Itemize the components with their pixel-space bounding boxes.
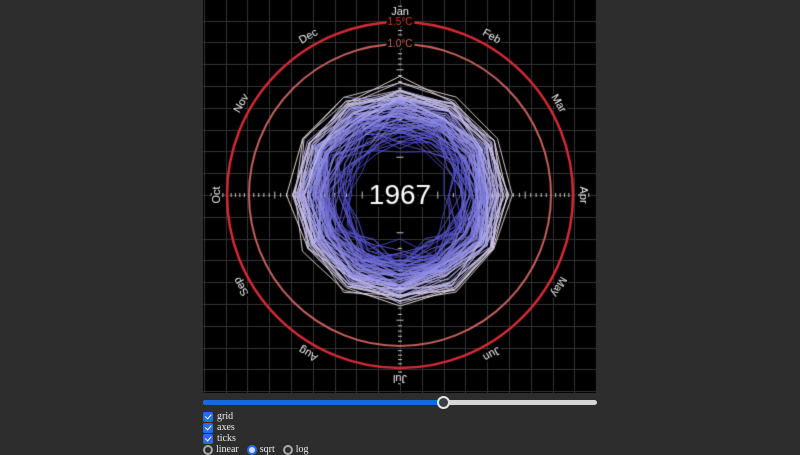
year-slider[interactable] bbox=[203, 395, 597, 409]
grid-checkbox[interactable] bbox=[203, 412, 213, 422]
scale-option-log[interactable]: log bbox=[283, 445, 309, 455]
linear-radio[interactable] bbox=[203, 445, 213, 455]
scale-option-linear[interactable]: linear bbox=[203, 445, 239, 455]
year-slider-fill bbox=[203, 400, 443, 405]
controls-panel: grid axes ticks linear sqrt log bbox=[203, 393, 597, 455]
ticks-checkbox-label: ticks bbox=[217, 434, 236, 444]
axes-toggle-row: axes bbox=[203, 423, 597, 433]
ticks-checkbox[interactable] bbox=[203, 434, 213, 444]
ticks-toggle-row: ticks bbox=[203, 434, 597, 444]
log-radio[interactable] bbox=[283, 445, 293, 455]
sqrt-radio[interactable] bbox=[247, 445, 257, 455]
scale-option-sqrt[interactable]: sqrt bbox=[247, 445, 275, 455]
year-slider-thumb[interactable] bbox=[437, 396, 450, 409]
sqrt-radio-label: sqrt bbox=[260, 445, 275, 455]
scale-radio-group: linear sqrt log bbox=[203, 445, 597, 455]
climate-spiral-app: grid axes ticks linear sqrt log bbox=[0, 0, 800, 450]
linear-radio-label: linear bbox=[216, 445, 239, 455]
axes-checkbox[interactable] bbox=[203, 423, 213, 433]
log-radio-label: log bbox=[296, 445, 309, 455]
climate-spiral-canvas bbox=[203, 0, 597, 393]
axes-checkbox-label: axes bbox=[217, 423, 235, 433]
grid-toggle-row: grid bbox=[203, 412, 597, 422]
grid-checkbox-label: grid bbox=[217, 412, 233, 422]
